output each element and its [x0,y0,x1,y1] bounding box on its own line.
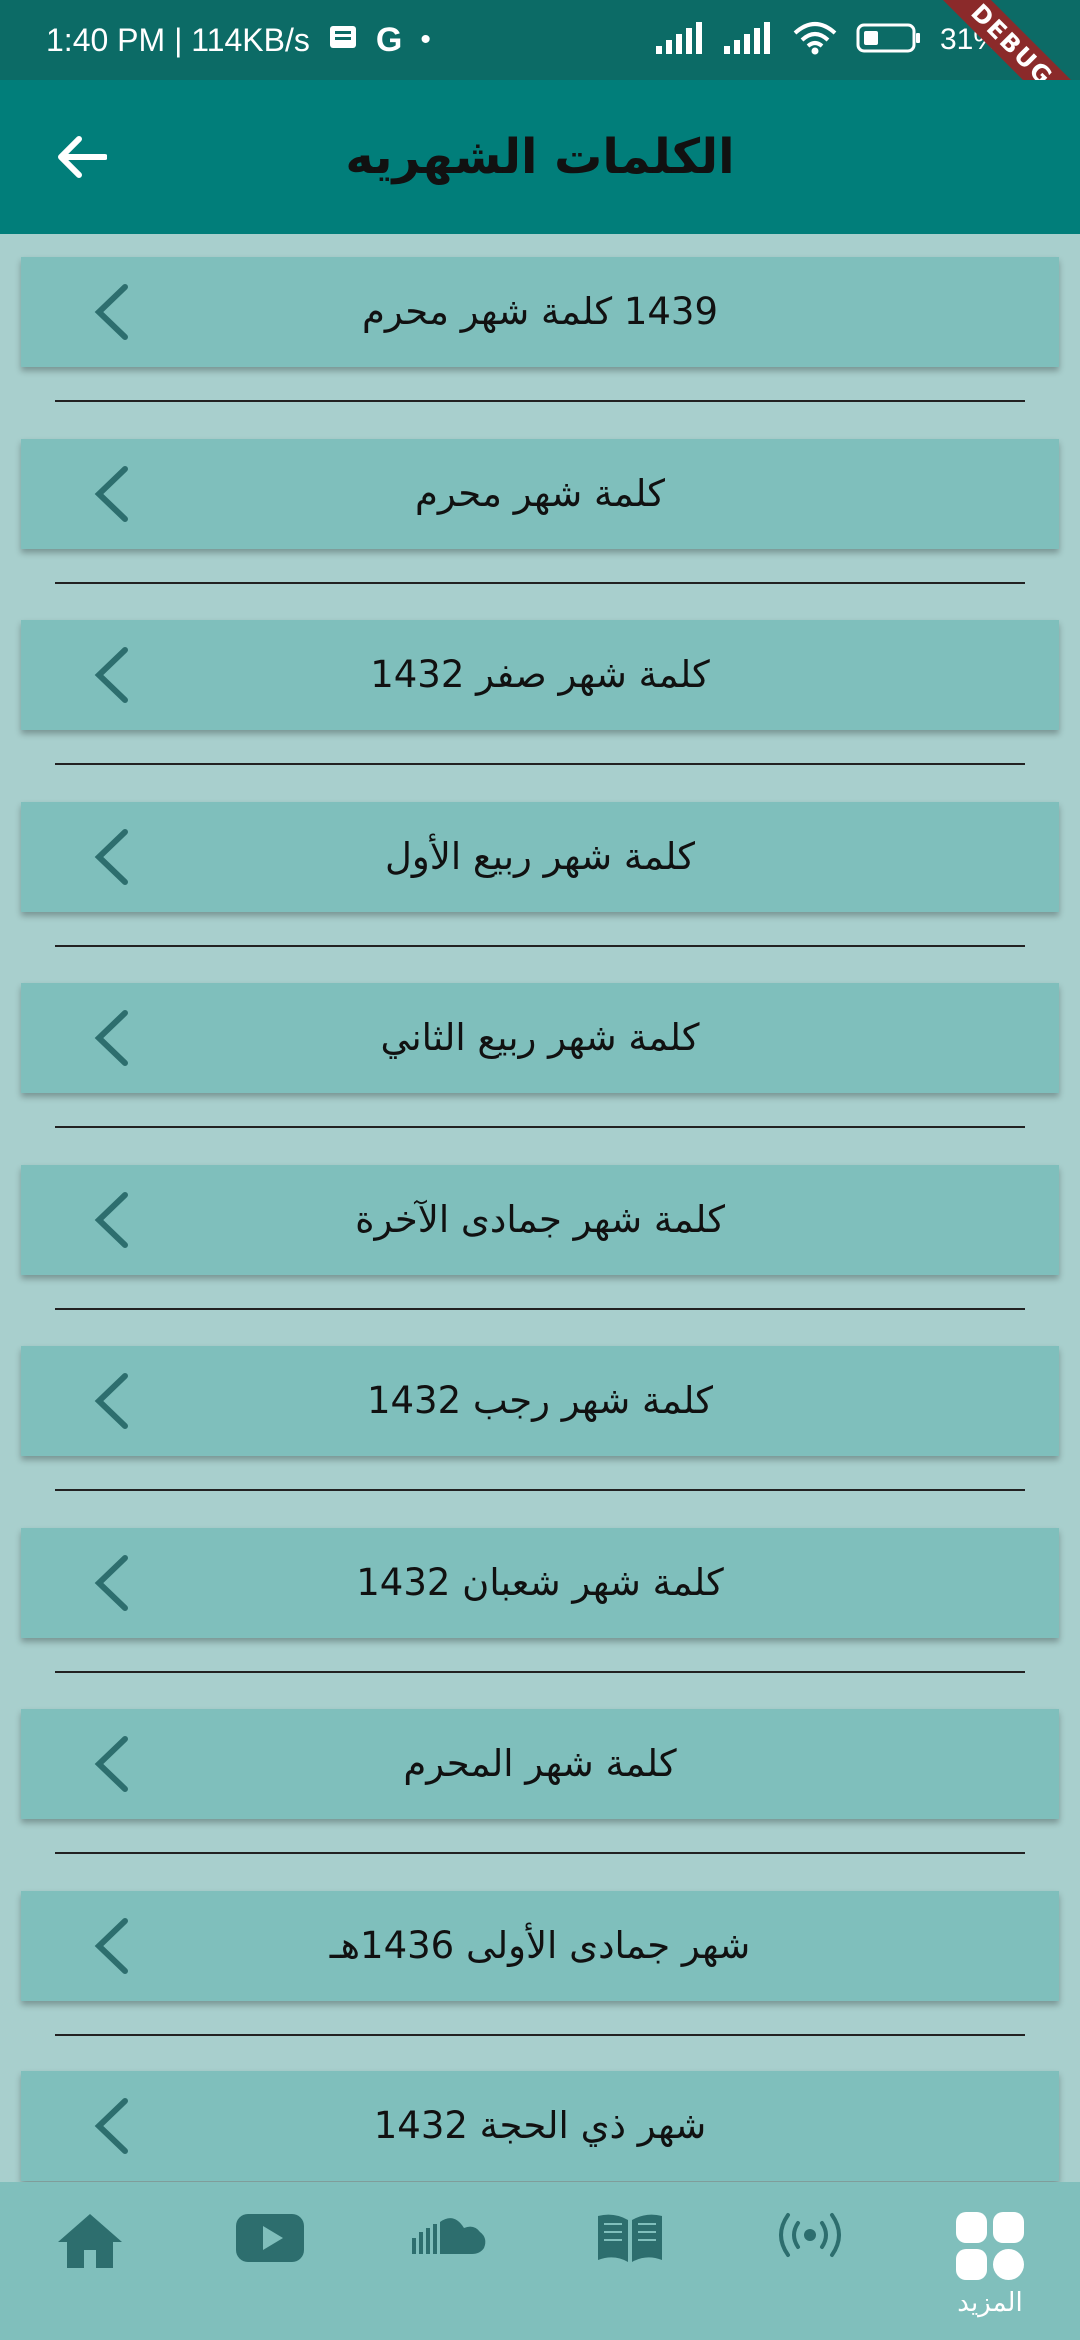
divider [55,1126,1025,1128]
divider [55,400,1025,402]
list-item[interactable]: كلمة شهر شعبان 1432 [21,1528,1059,1638]
divider [55,1852,1025,1854]
battery-icon [856,22,922,59]
nav-broadcast[interactable] [750,2210,870,2320]
list-item-label: كلمة شهر جمادى الآخرة [355,1198,725,1241]
list-item-label: كلمة شهر رجب 1432 [366,1379,714,1422]
nav-home[interactable] [30,2210,150,2320]
list-item-label: شهر جمادى الأولى 1436هـ [329,1924,751,1967]
list-item[interactable]: شهر ذي الحجة 1432 [21,2071,1059,2181]
status-time-speed: 1:40 PM | 114KB/s [46,21,310,58]
notification-icon [328,22,358,59]
divider [55,763,1025,765]
monthly-words-list: 1439 كلمة شهر محرم كلمة شهر محرم كلمة شه… [0,234,1080,2182]
list-item-label: كلمة شهر شعبان 1432 [356,1561,724,1604]
nav-youtube[interactable] [210,2210,330,2320]
list-item[interactable]: كلمة شهر جمادى الآخرة [21,1165,1059,1275]
divider [55,1489,1025,1491]
google-icon: G [375,20,403,59]
list-item-label: كلمة شهر ربيع الأول [384,835,695,878]
nav-more-label: المزيد [957,2288,1023,2318]
app-bar: الكلمات الشهريه [0,80,1080,234]
list-item[interactable]: كلمة شهر محرم [21,439,1059,549]
list-item-label: 1439 كلمة شهر محرم [361,290,719,333]
wifi-icon [792,21,838,60]
list-item[interactable]: 1439 كلمة شهر محرم [21,257,1059,367]
grid-more-icon [956,2212,1024,2280]
list-item-label: كلمة شهر محرم [414,472,666,515]
list-item[interactable]: كلمة شهر رجب 1432 [21,1346,1059,1456]
nav-more[interactable]: المزيد [930,2210,1050,2320]
status-right: 31% [655,0,1000,80]
list-item-label: كلمة شهر ربيع الثاني [380,1016,700,1059]
page-title: الكلمات الشهريه [345,129,735,185]
list-item[interactable]: كلمة شهر صفر 1432 [21,620,1059,730]
dot-icon: • [420,23,431,56]
signal-icon [655,21,706,59]
divider [55,582,1025,584]
divider [55,945,1025,947]
status-left: 1:40 PM | 114KB/s G • [46,0,431,80]
nav-soundcloud[interactable] [390,2210,510,2320]
list-item[interactable]: كلمة شهر ربيع الأول [21,802,1059,912]
divider [55,2034,1025,2036]
book-icon [598,2214,662,2262]
list-item-label: شهر ذي الحجة 1432 [373,2104,707,2147]
divider [55,1671,1025,1673]
list-item-label: كلمة شهر المحرم [403,1742,677,1785]
list-item[interactable]: كلمة شهر ربيع الثاني [21,983,1059,1093]
nav-book[interactable] [570,2210,690,2320]
broadcast-icon [779,2213,841,2257]
home-icon [58,2214,122,2268]
divider [55,1308,1025,1310]
back-button[interactable] [46,122,116,192]
status-bar: 1:40 PM | 114KB/s G • 31% DEBUG [0,0,1080,149]
list-item[interactable]: كلمة شهر المحرم [21,1709,1059,1819]
bottom-navigation: المزيد [0,2182,1080,2340]
youtube-icon [236,2214,304,2262]
signal-icon-2 [723,21,774,59]
arrow-back-icon [58,136,107,178]
list-item-label: كلمة شهر صفر 1432 [370,653,710,696]
soundcloud-icon [412,2218,486,2254]
list-item[interactable]: شهر جمادى الأولى 1436هـ [21,1891,1059,2001]
